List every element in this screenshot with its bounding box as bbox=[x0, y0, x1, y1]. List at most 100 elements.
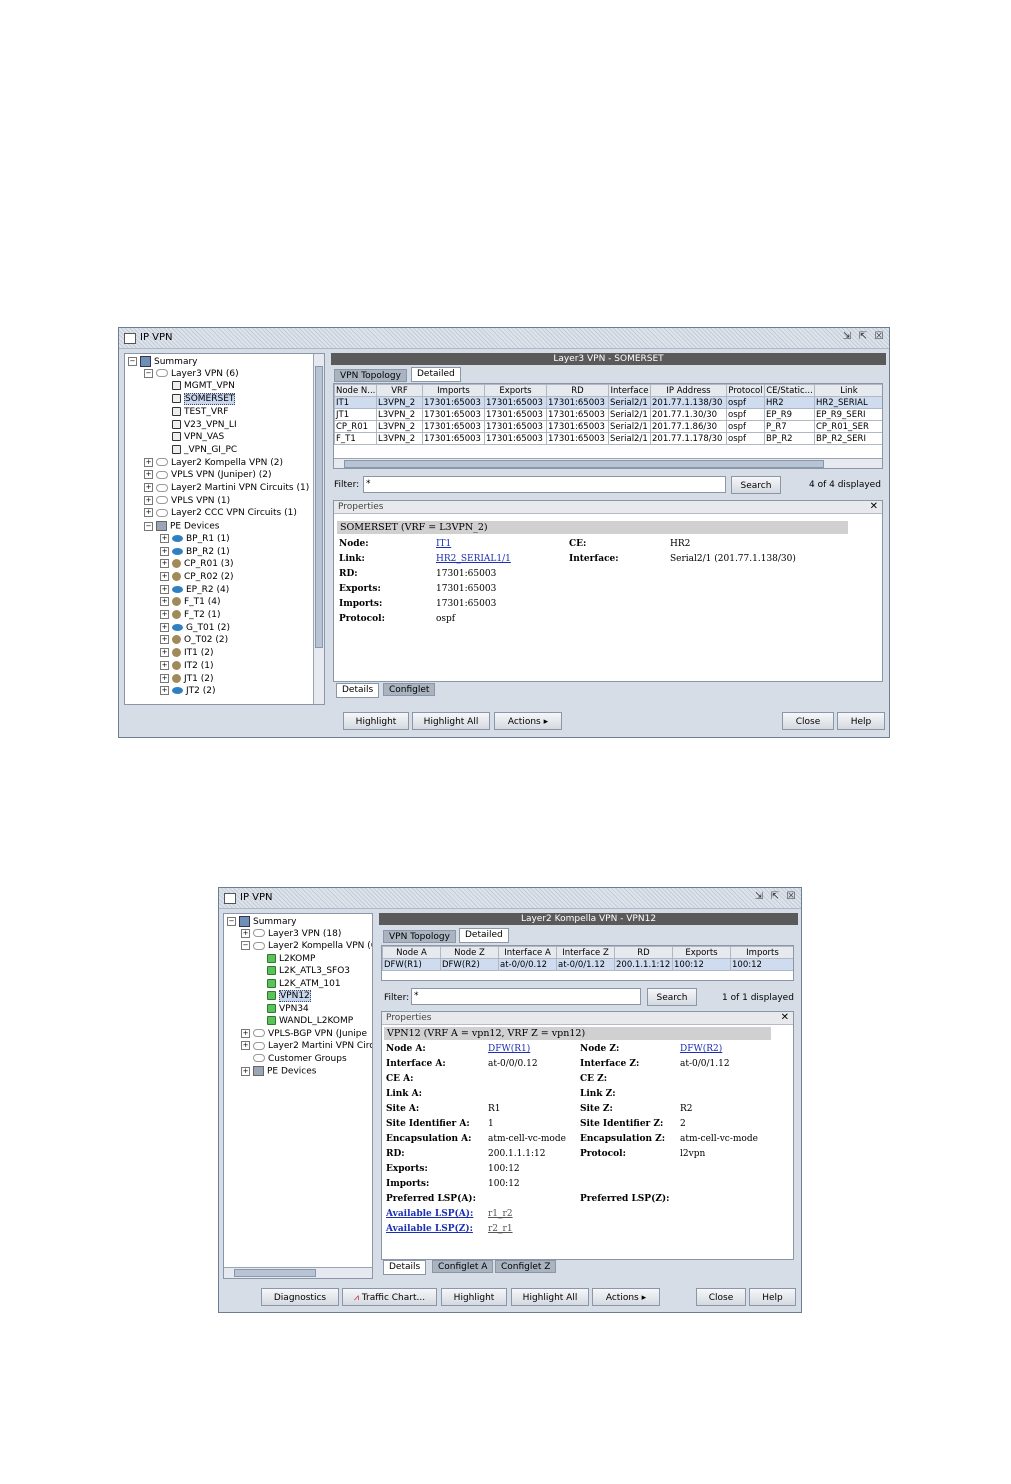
expand-icon[interactable]: + bbox=[241, 1041, 250, 1050]
tree-item[interactable]: + JT2 (2) bbox=[160, 686, 216, 698]
close-icon[interactable]: ☒ bbox=[785, 891, 797, 903]
properties-close-icon[interactable]: ✕ bbox=[781, 1012, 789, 1023]
tree-item[interactable]: VPN_VAS bbox=[160, 432, 224, 444]
column-header[interactable]: Imports bbox=[730, 946, 793, 959]
restore-icon[interactable]: ⇲ bbox=[753, 891, 765, 903]
tree-item[interactable]: MGMT_VPN bbox=[160, 381, 235, 393]
tree-item[interactable]: + VPLS VPN (1) bbox=[144, 495, 230, 508]
actions-button[interactable]: Actions ▸ bbox=[494, 712, 562, 730]
table-row[interactable]: JT1 L3VPN_2 17301:65003 17301:65003 17301:65… bbox=[334, 408, 882, 421]
h-scroll-thumb[interactable] bbox=[344, 460, 824, 468]
column-header[interactable]: Interface Z bbox=[556, 946, 615, 959]
tree-item[interactable]: V23_VPN_LI bbox=[160, 419, 237, 432]
tree-item[interactable]: + Layer2 Kompella VPN (2) bbox=[144, 457, 283, 470]
column-header[interactable]: Imports bbox=[422, 384, 485, 397]
column-header[interactable]: VRF bbox=[376, 384, 423, 397]
expand-icon[interactable]: + bbox=[160, 660, 169, 670]
filter-input[interactable]: * bbox=[411, 988, 641, 1005]
expand-icon[interactable]: + bbox=[160, 648, 169, 658]
tree-item[interactable]: + Layer2 CCC VPN Circuits (1) bbox=[144, 508, 297, 520]
tab-configlet-z[interactable]: Configlet Z bbox=[495, 1260, 557, 1273]
tree-item[interactable]: + F_T2 (1) bbox=[160, 610, 221, 622]
collapse-icon[interactable]: − bbox=[128, 357, 137, 366]
close-button[interactable]: Close bbox=[782, 712, 834, 730]
tree-item[interactable]: + BP_R1 (1) bbox=[160, 533, 230, 546]
h-scroll-thumb[interactable] bbox=[234, 1269, 316, 1277]
highlight-button[interactable]: Highlight bbox=[441, 1288, 507, 1306]
tree-item[interactable]: − Layer2 Kompella VPN (6 bbox=[241, 941, 372, 953]
table-row[interactable]: F_T1 L3VPN_2 17301:65003 17301:65003 17301:6… bbox=[334, 432, 882, 445]
available-lsp-a-link[interactable]: Available LSP(A): bbox=[386, 1209, 473, 1219]
column-header[interactable]: Link bbox=[814, 384, 882, 397]
tree-item[interactable]: + BP_R2 (1) bbox=[160, 546, 230, 559]
tree-item[interactable]: + EP_R2 (4) bbox=[160, 584, 229, 597]
collapse-icon[interactable]: − bbox=[144, 368, 153, 378]
column-header[interactable]: Exports bbox=[672, 946, 731, 959]
expand-icon[interactable]: + bbox=[144, 470, 153, 480]
tree-item[interactable]: + G_T01 (2) bbox=[160, 622, 230, 635]
tab-configlet[interactable]: Configlet bbox=[383, 683, 436, 696]
tree-item[interactable]: + Layer2 Martini VPN Circuits (1) bbox=[144, 483, 309, 495]
tree-item[interactable]: _VPN_GI_PC bbox=[160, 444, 237, 457]
table-row[interactable]: IT1 L3VPN_2 17301:65003 17301:65003 17301:65… bbox=[334, 396, 882, 409]
column-header[interactable]: RD bbox=[614, 946, 673, 959]
column-header[interactable]: Protocol bbox=[726, 384, 765, 397]
tree-item[interactable]: L2K_ATM_101 bbox=[255, 978, 341, 991]
link-link[interactable]: HR2_SERIAL1/1 bbox=[436, 554, 511, 564]
tab-details[interactable]: Details bbox=[383, 1260, 427, 1275]
column-header[interactable]: Interface bbox=[608, 384, 651, 397]
collapse-icon[interactable]: − bbox=[227, 917, 236, 926]
tree-item[interactable]: + O_T02 (2) bbox=[160, 635, 228, 647]
tab-detailed[interactable]: Detailed bbox=[459, 928, 509, 943]
help-button[interactable]: Help bbox=[837, 712, 885, 730]
tab-detailed[interactable]: Detailed bbox=[411, 367, 461, 382]
highlight-button[interactable]: Highlight bbox=[343, 712, 409, 730]
expand-icon[interactable]: + bbox=[160, 533, 169, 543]
expand-icon[interactable]: + bbox=[241, 928, 250, 938]
tree-item[interactable]: − Layer3 VPN (6) bbox=[144, 368, 239, 381]
help-button[interactable]: Help bbox=[749, 1288, 796, 1306]
tree-item[interactable]: + VPLS-BGP VPN (Junipe bbox=[241, 1028, 367, 1041]
tree-item[interactable]: − PE Devices bbox=[144, 521, 219, 533]
column-header[interactable]: IP Address bbox=[650, 384, 727, 397]
tab-details[interactable]: Details bbox=[336, 683, 380, 698]
close-icon[interactable]: ☒ bbox=[873, 331, 885, 343]
column-header[interactable]: Node Z bbox=[440, 946, 499, 959]
column-header[interactable]: Interface A bbox=[498, 946, 557, 959]
expand-icon[interactable]: + bbox=[160, 622, 169, 632]
table-row[interactable]: DFW(R1) DFW(R2) at-0/0/0.12 at-0/0/1.12 200.… bbox=[382, 958, 793, 971]
tree-item[interactable]: TEST_VRF bbox=[160, 406, 228, 419]
tab-configlet-a[interactable]: Configlet A bbox=[432, 1260, 494, 1273]
tree-item[interactable]: SOMERSET bbox=[160, 393, 236, 406]
column-header[interactable]: RD bbox=[546, 384, 609, 397]
expand-icon[interactable]: + bbox=[241, 1028, 250, 1038]
tab-vpn-topology[interactable]: VPN Topology bbox=[334, 369, 407, 382]
tree-item[interactable]: Customer Groups bbox=[241, 1054, 347, 1066]
column-header[interactable]: CE/Static... bbox=[764, 384, 815, 397]
horizontal-scrollbar[interactable] bbox=[334, 458, 882, 468]
close-button[interactable]: Close bbox=[696, 1288, 746, 1306]
highlight-all-button[interactable]: Highlight All bbox=[511, 1288, 589, 1306]
tree-item[interactable]: + Layer3 VPN (18) bbox=[241, 928, 341, 941]
node-z-link[interactable]: DFW(R2) bbox=[680, 1044, 722, 1054]
expand-icon[interactable]: + bbox=[160, 546, 169, 556]
collapse-icon[interactable]: − bbox=[144, 521, 153, 531]
tree-item[interactable]: + IT2 (1) bbox=[160, 660, 214, 673]
column-header[interactable]: Exports bbox=[484, 384, 547, 397]
expand-icon[interactable]: + bbox=[160, 635, 169, 645]
diagnostics-button[interactable]: Diagnostics bbox=[261, 1288, 339, 1306]
tree-item[interactable]: L2KOMP bbox=[255, 953, 315, 966]
expand-icon[interactable]: + bbox=[144, 483, 153, 492]
expand-icon[interactable]: + bbox=[160, 610, 169, 619]
search-button[interactable]: Search bbox=[731, 476, 781, 494]
expand-icon[interactable]: + bbox=[160, 584, 169, 594]
actions-button[interactable]: Actions ▸ bbox=[592, 1288, 660, 1306]
available-lsp-z-link[interactable]: Available LSP(Z): bbox=[386, 1224, 473, 1234]
traffic-chart-button[interactable]: ⩘ Traffic Chart... bbox=[342, 1288, 437, 1306]
expand-icon[interactable]: + bbox=[160, 686, 169, 696]
restore-icon[interactable]: ⇲ bbox=[841, 331, 853, 343]
highlight-all-button[interactable]: Highlight All bbox=[412, 712, 490, 730]
tree-item[interactable]: + IT1 (2) bbox=[160, 648, 214, 660]
tab-vpn-topology[interactable]: VPN Topology bbox=[383, 930, 456, 943]
tree-item[interactable]: + VPLS VPN (Juniper) (2) bbox=[144, 470, 272, 482]
